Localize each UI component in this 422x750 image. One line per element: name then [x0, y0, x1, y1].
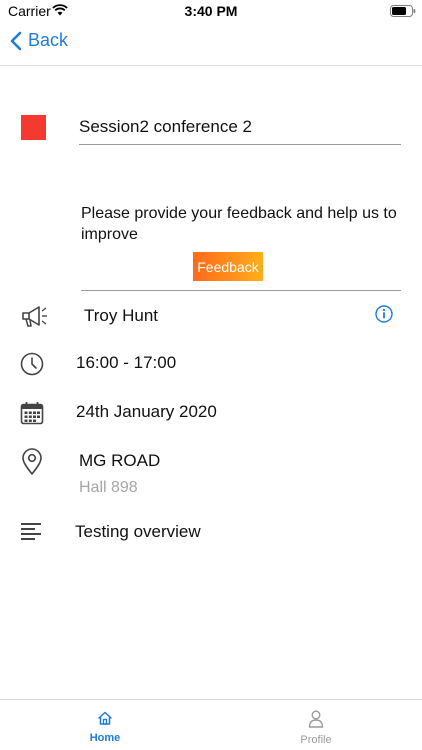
hall-name: Hall 898: [79, 479, 138, 496]
megaphone-icon: [22, 306, 47, 327]
location-pin-icon: [22, 448, 42, 475]
session-title: Session2 conference 2: [79, 117, 252, 136]
back-button[interactable]: Back: [10, 30, 68, 51]
tab-profile-label: Profile: [300, 734, 332, 746]
description-lines-icon: [21, 523, 41, 540]
back-label: Back: [28, 30, 69, 50]
calendar-icon: [20, 402, 44, 425]
speaker-name: Troy Hunt: [84, 306, 159, 325]
title-underline: [79, 144, 401, 145]
tab-profile[interactable]: Profile: [256, 710, 376, 746]
tab-bar-divider: [0, 699, 422, 700]
status-time: 3:40 PM: [184, 3, 238, 19]
home-icon: [98, 711, 112, 725]
profile-icon: [308, 710, 324, 728]
clock-icon: [20, 352, 44, 376]
feedback-underline: [81, 290, 401, 291]
feedback-prompt: Please provide your feedback and help us…: [81, 205, 397, 243]
tab-home[interactable]: Home: [45, 710, 165, 744]
chevron-left-icon: [10, 31, 22, 50]
session-color-swatch: [21, 115, 46, 140]
feedback-button[interactable]: Feedback: [193, 252, 263, 281]
tab-home-label: Home: [89, 732, 121, 744]
nav-divider: [0, 65, 422, 66]
session-description: Testing overview: [75, 522, 201, 541]
venue-name: MG ROAD: [79, 451, 161, 470]
info-icon[interactable]: [375, 305, 393, 323]
session-time: 16:00 - 17:00: [76, 353, 177, 372]
session-date: 24th January 2020: [76, 402, 217, 421]
battery-icon: [390, 5, 416, 17]
